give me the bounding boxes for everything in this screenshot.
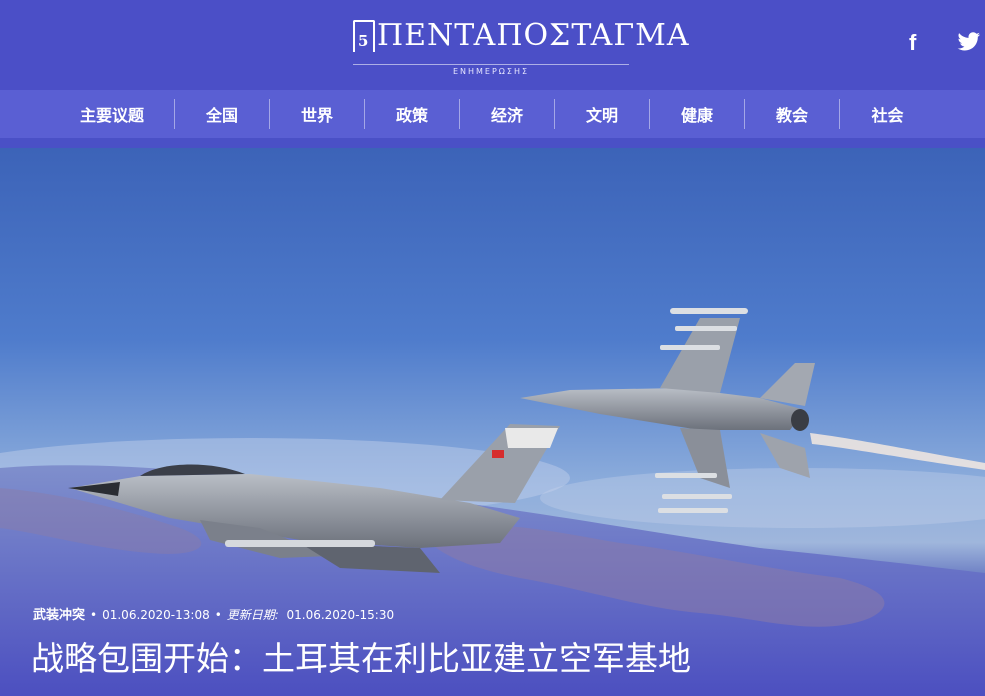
nav-item-3[interactable]: 政策: [365, 99, 460, 129]
twitter-icon[interactable]: [957, 32, 983, 56]
nav-item-5[interactable]: 文明: [555, 99, 650, 129]
nav-item-0[interactable]: 主要议题: [50, 99, 175, 129]
twitter-bird-shape: [957, 32, 981, 51]
nav-item-8[interactable]: 社会: [840, 99, 935, 129]
logo-subtitle: ΕΝΗΜΕΡΩΣΗΣ: [444, 67, 538, 76]
site-logo[interactable]: 5 ΠENTAΠOΣTAΓMA ΕΝΗΜΕΡΩΣΗΣ: [353, 18, 689, 76]
nav-item-1[interactable]: 全国: [175, 99, 270, 129]
article-category[interactable]: 武装冲突: [33, 608, 85, 623]
nav-item-7[interactable]: 教会: [745, 99, 840, 129]
logo-title: ΠENTAΠOΣTAΓMA: [377, 18, 690, 53]
article-updated-label: 更新日期:: [226, 608, 279, 622]
article-updated: 01.06.2020-15:30: [286, 608, 395, 622]
meta-separator: •: [214, 608, 222, 622]
nav-item-6[interactable]: 健康: [650, 99, 745, 129]
nav-item-4[interactable]: 经济: [460, 99, 555, 129]
article-meta: 武装冲突 • 01.06.2020-13:08 • 更新日期: 01.06.2020-1…: [33, 604, 394, 623]
article-title[interactable]: 战略包围开始：土耳其在利比亚建立空军基地: [31, 632, 691, 680]
article-published: 01.06.2020-13:08: [102, 608, 210, 622]
meta-separator: •: [90, 608, 98, 622]
hero-image[interactable]: 武装冲突 • 01.06.2020-13:08 • 更新日期: 01.06.2020-1…: [0, 148, 985, 696]
logo-mark-number: 5: [358, 32, 369, 50]
main-nav: 主要议题 全国 世界 政策 经济 文明 健康 教会 社会: [0, 90, 985, 138]
nav-item-2[interactable]: 世界: [270, 99, 365, 129]
nav-bottom-strip: [0, 138, 985, 148]
logo-mark: 5: [353, 20, 375, 52]
facebook-glyph: f: [909, 30, 917, 55]
logo-subtitle-wrap: ΕΝΗΜΕΡΩΣΗΣ: [353, 59, 629, 78]
facebook-icon[interactable]: f: [909, 30, 931, 56]
site-header: 5 ΠENTAΠOΣTAΓMA ΕΝΗΜΕΡΩΣΗΣ f: [0, 0, 985, 90]
